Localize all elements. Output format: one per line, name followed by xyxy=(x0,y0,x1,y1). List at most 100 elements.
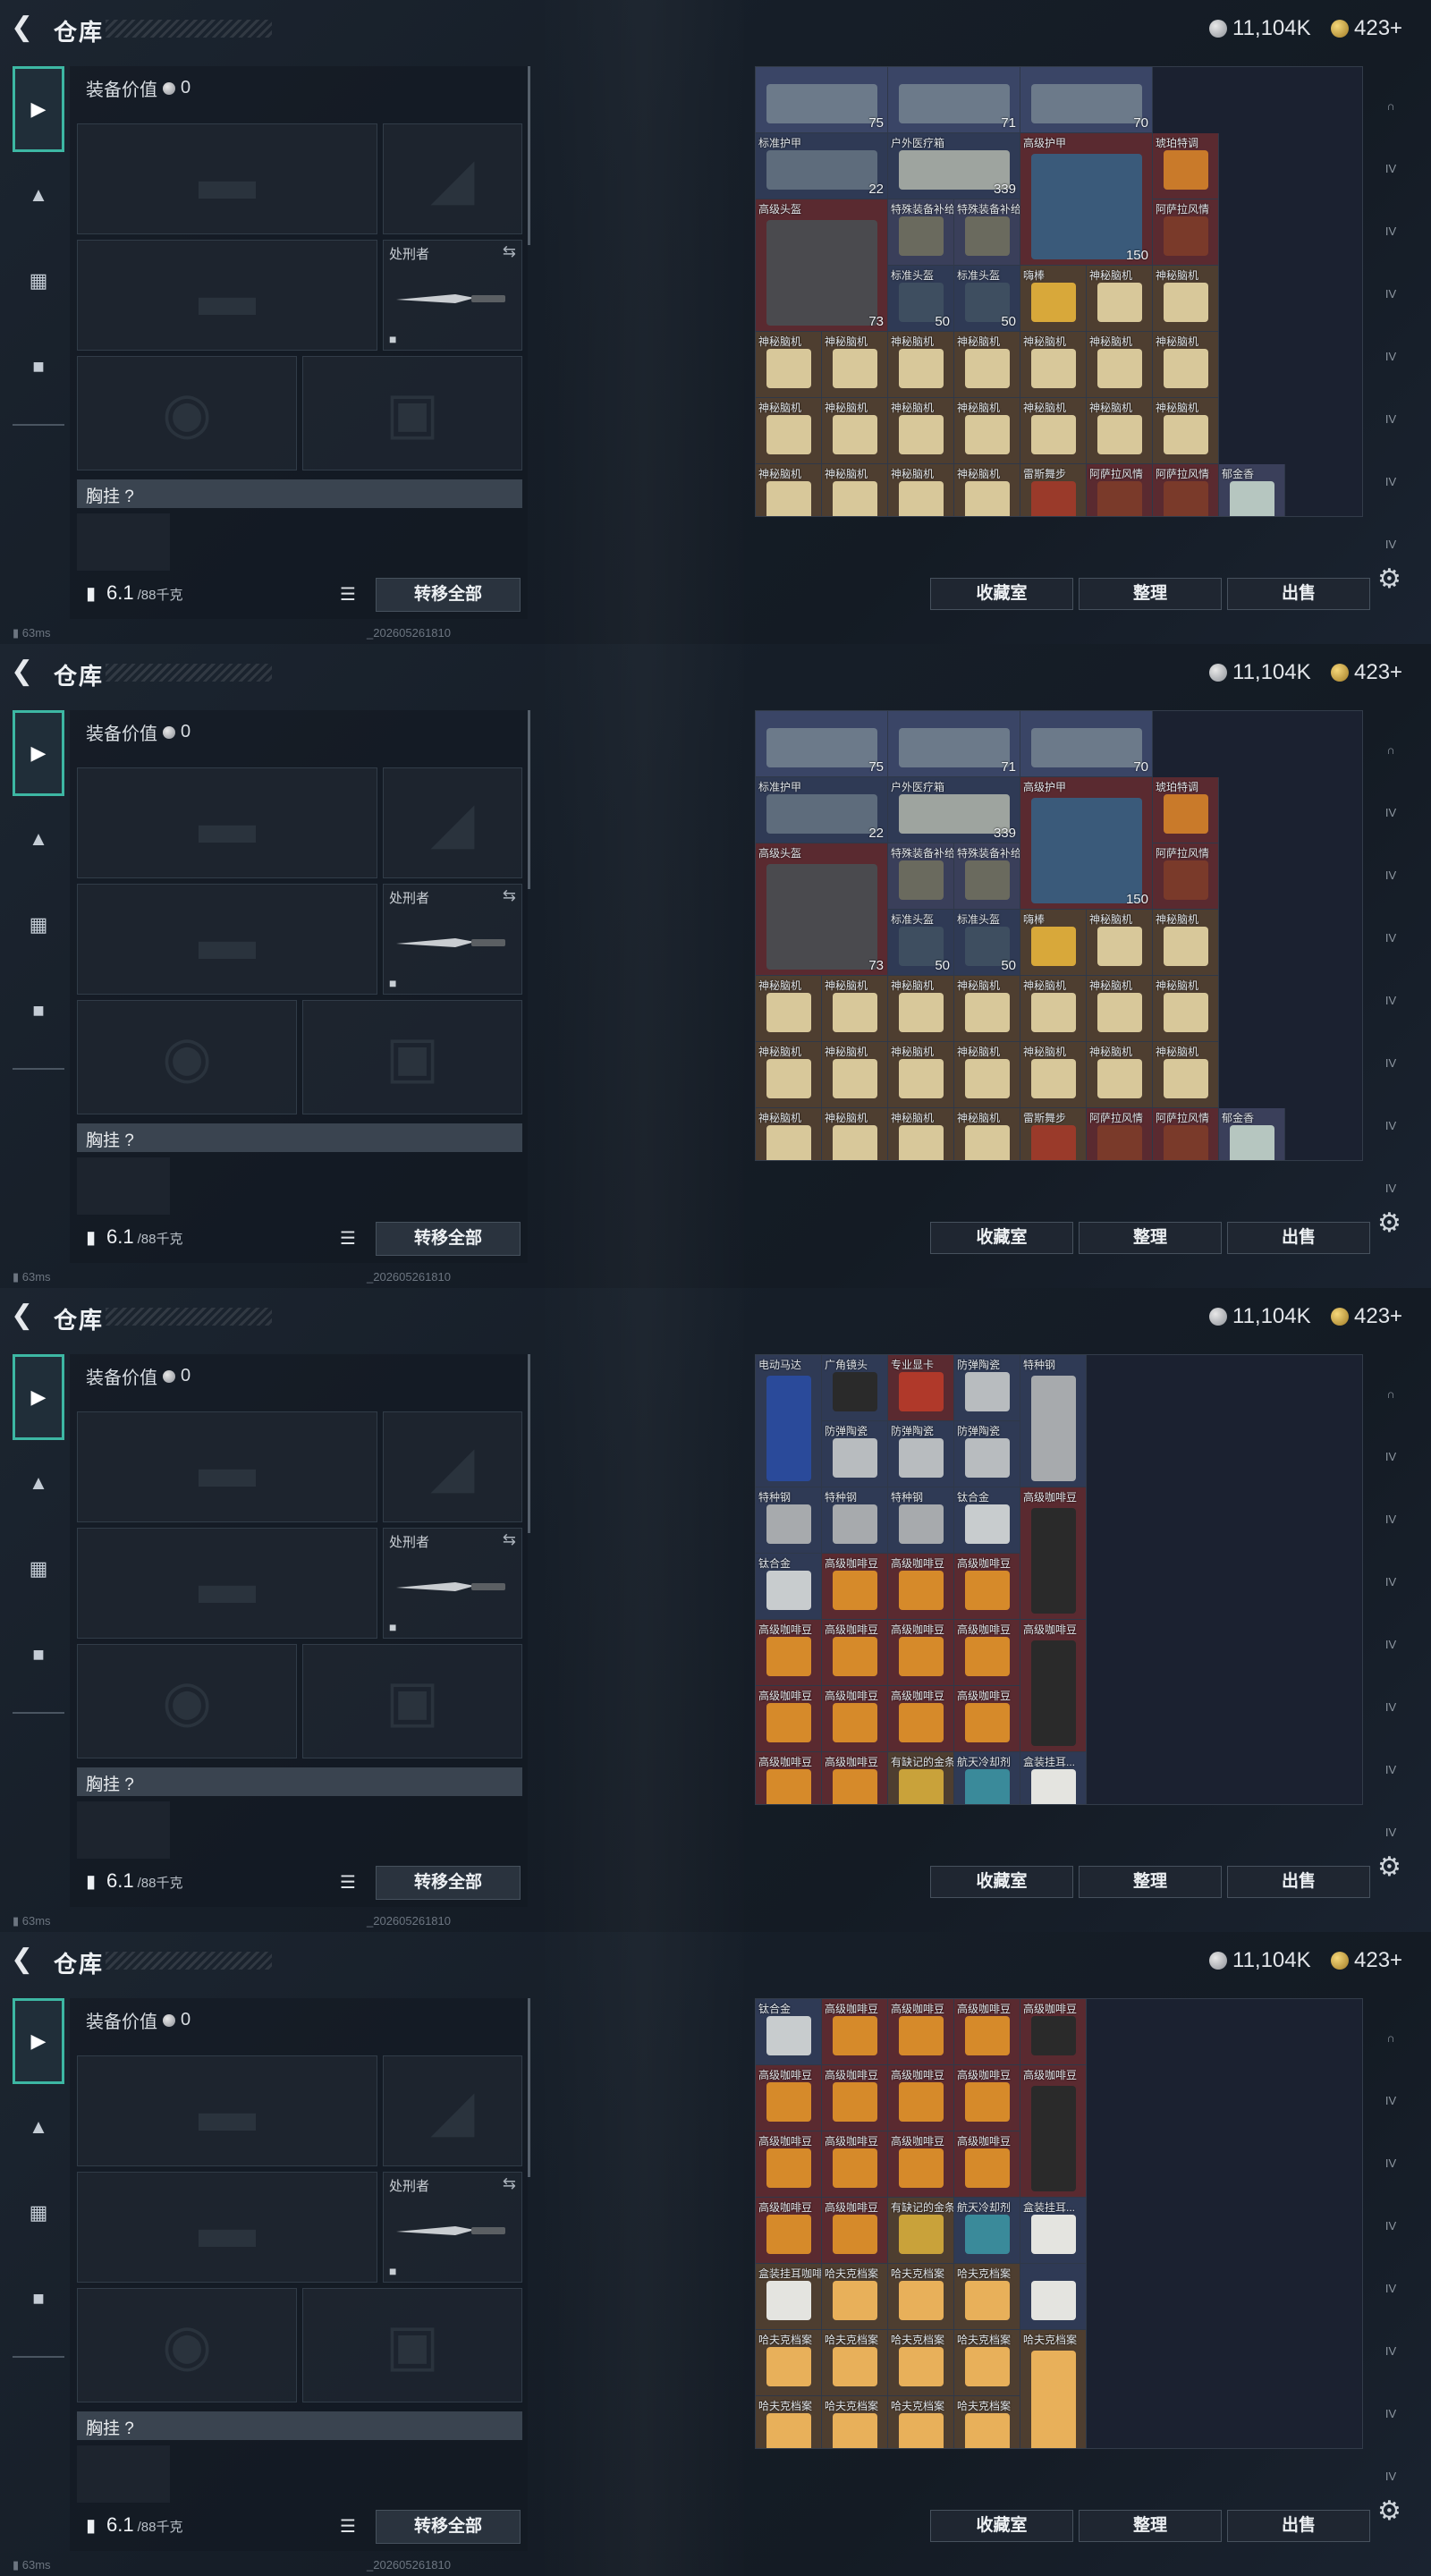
container-tab[interactable]: IV xyxy=(1370,2204,1411,2247)
stash-item[interactable]: 防弹陶瓷 xyxy=(954,1421,1020,1487)
container-tab[interactable]: IV xyxy=(1370,272,1411,315)
stash-item[interactable]: 高级咖啡豆 xyxy=(1020,1487,1087,1620)
stash-item[interactable]: 航天冷却剂 xyxy=(954,1752,1020,1804)
stash-item[interactable]: 哈夫克档案 xyxy=(822,2264,888,2330)
list-icon[interactable]: ☰ xyxy=(340,583,356,606)
stash-item[interactable]: 雷斯舞步 xyxy=(1020,1108,1087,1160)
stash-item[interactable]: 神秘脑机 xyxy=(888,1042,954,1108)
stash-item[interactable]: 神秘脑机 xyxy=(954,398,1020,464)
stash-item[interactable]: 有缺记的金条 xyxy=(888,1752,954,1804)
stash-item[interactable]: 神秘脑机 xyxy=(1087,266,1153,332)
stash-item[interactable]: 户外医疗箱 339 xyxy=(888,777,1020,843)
stash-item[interactable]: 70 xyxy=(1020,67,1153,133)
stash-item[interactable]: 广角镜头 xyxy=(822,1355,888,1421)
gear-icon[interactable]: ⚙ xyxy=(1377,2496,1401,2527)
stash-item[interactable]: 特殊装备补给 xyxy=(888,199,954,266)
stash-item[interactable]: 高级咖啡豆 xyxy=(888,2065,954,2131)
stash-item[interactable]: 阿萨拉风情 xyxy=(1153,464,1219,516)
container-tab[interactable]: IV xyxy=(1370,916,1411,959)
chest-rig-slot[interactable] xyxy=(77,1157,170,1215)
stash-item[interactable]: 高级咖啡豆 xyxy=(756,1620,822,1686)
stash-item[interactable]: 高级咖啡豆 xyxy=(954,1999,1020,2065)
gold-currency[interactable]: 423+ xyxy=(1331,1304,1402,1329)
stash-item[interactable]: 高级咖啡豆 xyxy=(1020,1999,1087,2065)
primary-weapon-slot[interactable]: ▬ xyxy=(77,2055,377,2166)
stash-item[interactable]: 神秘脑机 xyxy=(756,464,822,516)
helmet-slot[interactable]: ◉ xyxy=(77,1644,297,1758)
stash-item[interactable]: 神秘脑机 xyxy=(954,332,1020,398)
stash-item[interactable]: 神秘脑机 xyxy=(756,332,822,398)
tab-cases[interactable]: ■ xyxy=(13,324,64,410)
stash-item[interactable]: 电动马达 xyxy=(756,1355,822,1487)
container-tab[interactable]: IV xyxy=(1370,1041,1411,1084)
stash-item[interactable]: 郁金香 xyxy=(1219,464,1285,516)
stash-item[interactable]: 高级头盔 73 xyxy=(756,199,888,332)
transfer-all-button[interactable]: 转移全部 xyxy=(376,578,521,612)
melee-slot[interactable]: 处刑者 ⇆ ■ xyxy=(383,240,522,351)
stash-item[interactable]: 特种钢 xyxy=(822,1487,888,1554)
stash-item[interactable]: 特殊装备补给 xyxy=(954,199,1020,266)
stash-item[interactable]: 专业显卡 xyxy=(888,1355,954,1421)
stash-item[interactable]: 高级咖啡豆 xyxy=(822,1554,888,1620)
stash-item[interactable]: 高级咖啡豆 xyxy=(888,1620,954,1686)
stash-item[interactable]: 神秘脑机 xyxy=(954,1042,1020,1108)
stash-item[interactable]: 高级咖啡豆 xyxy=(822,2198,888,2264)
stash-item[interactable]: 钛合金 xyxy=(954,1487,1020,1554)
pistol-slot[interactable]: ◢ xyxy=(383,767,522,878)
tab-supplies[interactable]: ▦ xyxy=(13,1526,64,1612)
stash-item[interactable]: 高级咖啡豆 xyxy=(756,2131,822,2198)
transfer-all-button[interactable]: 转移全部 xyxy=(376,1866,521,1900)
stash-item[interactable]: 神秘脑机 xyxy=(1153,266,1219,332)
helmet-slot[interactable]: ◉ xyxy=(77,356,297,470)
secondary-weapon-slot[interactable]: ▬ xyxy=(77,240,377,351)
stash-item[interactable]: 哈夫克档案 xyxy=(822,2396,888,2448)
stash-item[interactable]: 神秘脑机 xyxy=(822,464,888,516)
chest-rig-slot[interactable] xyxy=(77,1801,170,1859)
stash-item[interactable]: 标准护甲 22 xyxy=(756,133,888,199)
stash-item[interactable]: 防弹陶瓷 xyxy=(822,1421,888,1487)
stash-item[interactable]: 神秘脑机 xyxy=(1087,910,1153,976)
stash-item[interactable]: 高级护甲 150 xyxy=(1020,133,1153,266)
stash-item[interactable]: 71 xyxy=(888,67,1020,133)
stash-item[interactable]: 神秘脑机 xyxy=(1153,1042,1219,1108)
tab-cases[interactable]: ■ xyxy=(13,968,64,1054)
stash-item[interactable]: 嗨棒 xyxy=(1020,266,1087,332)
stash-item[interactable]: 高级咖啡豆 xyxy=(1020,1620,1087,1752)
primary-weapon-slot[interactable]: ▬ xyxy=(77,123,377,234)
swap-icon[interactable]: ⇆ xyxy=(503,886,516,905)
swap-icon[interactable]: ⇆ xyxy=(503,2174,516,2193)
secondary-weapon-slot[interactable]: ▬ xyxy=(77,1528,377,1639)
stash-item[interactable]: 75 xyxy=(756,67,888,133)
stash-item[interactable]: 特殊装备补给 xyxy=(888,843,954,910)
stash-item[interactable]: 郁金香 xyxy=(1219,1108,1285,1160)
stash-item[interactable]: 神秘脑机 xyxy=(1020,398,1087,464)
stash-item[interactable]: 航天冷却剂 xyxy=(954,2198,1020,2264)
stash-item[interactable]: 71 xyxy=(888,711,1020,777)
stash-item[interactable]: 高级咖啡豆 xyxy=(888,1554,954,1620)
pistol-slot[interactable]: ◢ xyxy=(383,2055,522,2166)
pistol-slot[interactable]: ◢ xyxy=(383,123,522,234)
back-arrow-icon[interactable]: ❮ xyxy=(11,1302,39,1331)
stash-item[interactable]: 高级咖啡豆 xyxy=(822,1686,888,1752)
chest-rig-header[interactable]: 胸挂 ? xyxy=(77,1123,522,1152)
container-tab[interactable]: IV xyxy=(1370,522,1411,565)
container-tab[interactable]: IV xyxy=(1370,1435,1411,1478)
container-tab[interactable]: IV xyxy=(1370,2329,1411,2372)
stash-item[interactable]: 盒装挂耳咖啡 xyxy=(756,2264,822,2330)
stash-item[interactable]: 神秘脑机 xyxy=(1087,398,1153,464)
stash-item[interactable]: 哈夫克档案 xyxy=(954,2264,1020,2330)
safe-box-icon[interactable]: ∩ xyxy=(1370,84,1411,127)
stash-item[interactable]: 高级咖啡豆 xyxy=(756,1686,822,1752)
stash-item[interactable]: 哈夫克档案 xyxy=(888,2396,954,2448)
stash-item[interactable]: 高级咖啡豆 xyxy=(822,1999,888,2065)
tab-weapons[interactable]: ▶ xyxy=(13,1354,64,1440)
back-arrow-icon[interactable]: ❮ xyxy=(11,1946,39,1975)
stash-item[interactable]: 神秘脑机 xyxy=(1087,976,1153,1042)
stash-item[interactable]: 哈夫克档案 xyxy=(888,2330,954,2396)
container-tab[interactable]: IV xyxy=(1370,1748,1411,1791)
melee-slot[interactable]: 处刑者 ⇆ ■ xyxy=(383,2172,522,2283)
stash-item[interactable]: 阿萨拉风情 xyxy=(1087,464,1153,516)
stash-item[interactable]: 特种钢 xyxy=(888,1487,954,1554)
collection-room-button[interactable]: 收藏室 xyxy=(930,2510,1073,2542)
stash-item[interactable]: 哈夫克档案 xyxy=(756,2396,822,2448)
